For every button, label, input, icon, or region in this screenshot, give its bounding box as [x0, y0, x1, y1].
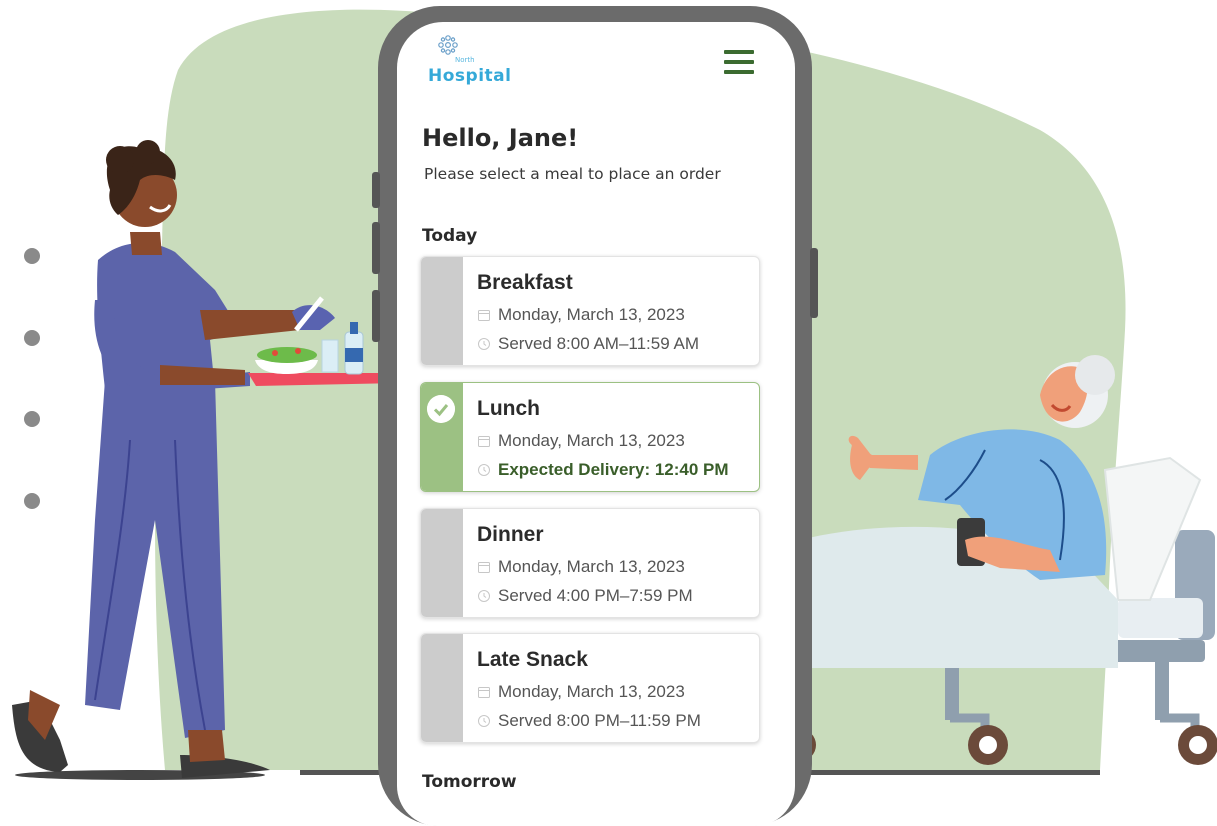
section-tomorrow-heading: Tomorrow	[422, 772, 517, 792]
phone-side-button	[372, 172, 380, 208]
hospital-logo-icon	[438, 35, 458, 55]
meal-time-row: Served 4:00 PM–7:59 PM	[477, 586, 693, 606]
card-status-stripe	[421, 383, 463, 491]
meal-time-row: Served 8:00 AM–11:59 AM	[477, 334, 699, 354]
meal-date-row: Monday, March 13, 2023	[477, 431, 685, 451]
greeting-subtitle: Please select a meal to place an order	[424, 165, 721, 183]
section-today-heading: Today	[422, 226, 478, 246]
meal-date-row: Monday, March 13, 2023	[477, 557, 685, 577]
calendar-icon	[478, 310, 490, 321]
card-status-stripe	[421, 634, 463, 742]
meal-date-row: Monday, March 13, 2023	[477, 682, 685, 702]
meal-name: Breakfast	[477, 271, 573, 294]
phone-side-button	[372, 222, 380, 274]
meal-name: Dinner	[477, 523, 544, 546]
phone-power-button	[810, 248, 818, 318]
decorative-dot	[24, 411, 40, 427]
app-screen: North Hospital Hello, Jane! Please selec…	[397, 22, 795, 826]
meal-date-row: Monday, March 13, 2023	[477, 305, 685, 325]
meal-card-dinner[interactable]: Dinner Monday, March 13, 2023 Served 4:0…	[420, 508, 760, 618]
calendar-icon	[478, 687, 490, 698]
meal-card-late-snack[interactable]: Late Snack Monday, March 13, 2023 Served…	[420, 633, 760, 743]
meal-date: Monday, March 13, 2023	[498, 305, 685, 324]
card-status-stripe	[421, 509, 463, 617]
calendar-icon	[478, 562, 490, 573]
meal-serving-time: Served 8:00 AM–11:59 AM	[498, 334, 699, 353]
illustration-stage: North Hospital Hello, Jane! Please selec…	[0, 0, 1217, 826]
decorative-dot	[24, 493, 40, 509]
meal-serving-time: Served 8:00 PM–11:59 PM	[498, 711, 701, 730]
logo-subtext: North	[455, 56, 475, 64]
clock-icon	[478, 715, 490, 727]
checkmark-icon	[427, 395, 455, 423]
meal-time-row: Served 8:00 PM–11:59 PM	[477, 711, 701, 731]
meal-name: Late Snack	[477, 648, 588, 671]
clock-icon	[478, 338, 490, 350]
meal-card-breakfast[interactable]: Breakfast Monday, March 13, 2023 Served …	[420, 256, 760, 366]
clock-icon	[478, 464, 490, 476]
meal-card-lunch[interactable]: Lunch Monday, March 13, 2023 Expected De…	[420, 382, 760, 492]
phone-side-button	[372, 290, 380, 342]
meal-delivery-row: Expected Delivery: 12:40 PM	[477, 460, 729, 480]
decorative-dot	[24, 330, 40, 346]
meal-expected-delivery: Expected Delivery: 12:40 PM	[498, 460, 729, 479]
meal-date: Monday, March 13, 2023	[498, 431, 685, 450]
clock-icon	[478, 590, 490, 602]
meal-name: Lunch	[477, 397, 540, 420]
meal-date: Monday, March 13, 2023	[498, 682, 685, 701]
meal-date: Monday, March 13, 2023	[498, 557, 685, 576]
meal-serving-time: Served 4:00 PM–7:59 PM	[498, 586, 693, 605]
logo-text: Hospital	[428, 66, 512, 86]
hamburger-menu-icon[interactable]	[724, 50, 754, 76]
calendar-icon	[478, 436, 490, 447]
decorative-dot	[24, 248, 40, 264]
greeting-title: Hello, Jane!	[422, 124, 579, 152]
card-status-stripe	[421, 257, 463, 365]
